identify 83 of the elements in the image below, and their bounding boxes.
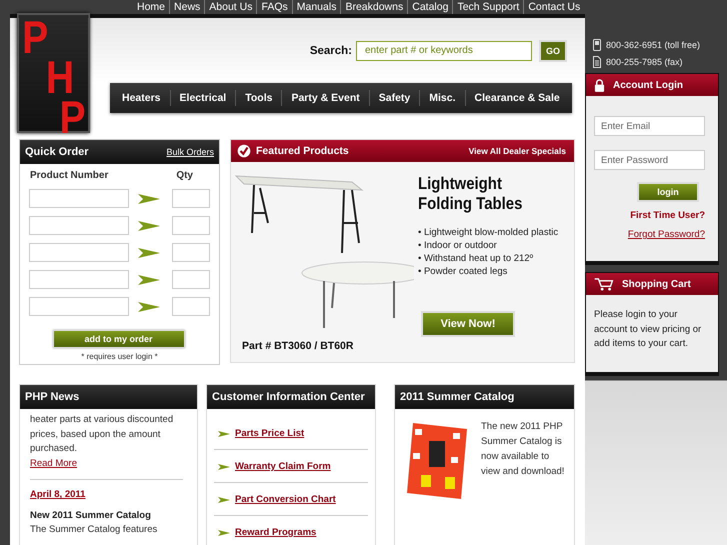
feature-item: • Powder coated legs bbox=[418, 265, 508, 278]
view-now-button[interactable]: View Now! bbox=[421, 311, 515, 337]
category-link[interactable]: Party & Event bbox=[291, 92, 360, 104]
column-label: Qty bbox=[176, 170, 193, 181]
info-link[interactable]: Parts Price List bbox=[235, 428, 304, 439]
column-label: Product Number bbox=[30, 170, 108, 181]
category-link[interactable]: Tools bbox=[245, 92, 272, 104]
login-note: * requires user login * bbox=[80, 352, 159, 361]
nav-link[interactable]: News bbox=[174, 1, 200, 13]
info-link[interactable]: Part Conversion Chart bbox=[235, 494, 336, 505]
contact-number: 800-255-7985 (fax) bbox=[606, 56, 683, 66]
panel-title: Account Login bbox=[613, 80, 683, 90]
product-number-field[interactable] bbox=[29, 189, 129, 208]
logo[interactable]: P H P bbox=[17, 13, 90, 133]
info-link[interactable]: Reward Programs bbox=[235, 527, 316, 538]
read-more-link[interactable]: Read More bbox=[30, 456, 183, 471]
nav-link[interactable]: Home bbox=[137, 1, 166, 13]
panel-title: 2011 Summer Catalog bbox=[400, 391, 514, 403]
dealer-specials-link[interactable]: View All Dealer Specials bbox=[468, 146, 566, 156]
arrow-icon bbox=[218, 496, 230, 502]
search-button[interactable]: GO bbox=[539, 40, 567, 62]
panel-title: Quick Order bbox=[25, 146, 89, 158]
nav-link[interactable]: Breakdowns bbox=[345, 1, 404, 13]
nav-link[interactable]: About Us bbox=[209, 1, 252, 13]
check-badge-icon bbox=[237, 144, 251, 158]
first-time-user-link[interactable]: First Time User? bbox=[630, 210, 705, 221]
login-button[interactable]: login bbox=[637, 182, 699, 202]
category-link[interactable]: Misc. bbox=[429, 92, 456, 104]
cart-icon bbox=[594, 278, 614, 290]
nav-link[interactable]: FAQs bbox=[261, 1, 288, 13]
search-field[interactable]: enter part # or keywords bbox=[356, 40, 532, 60]
category-link[interactable]: Electrical bbox=[180, 92, 226, 104]
contact-number: 800-362-6951 (toll free) bbox=[606, 40, 700, 50]
feature-item: • Withstand heat up to 212º bbox=[418, 252, 534, 265]
qty-field[interactable] bbox=[172, 243, 210, 262]
news-text: heater parts at various discounted prices, based upon the amount purchased. bbox=[30, 413, 174, 456]
arrow-icon bbox=[218, 430, 230, 436]
arrow-icon bbox=[138, 274, 160, 284]
product-number-field[interactable] bbox=[29, 243, 129, 262]
nav-link[interactable]: Manuals bbox=[296, 1, 336, 13]
qty-field[interactable] bbox=[172, 189, 210, 208]
category-link[interactable]: Safety bbox=[378, 92, 410, 104]
phone-icon bbox=[593, 38, 601, 50]
nav-link[interactable]: Catalog bbox=[412, 1, 448, 13]
add-to-order-button[interactable]: add to my order bbox=[52, 330, 184, 348]
arrow-icon bbox=[138, 302, 160, 312]
bulk-orders-link[interactable]: Bulk Orders bbox=[166, 147, 214, 157]
product-number-field[interactable] bbox=[29, 270, 129, 289]
part-number: Part # BT3060 / BT60R bbox=[241, 339, 354, 352]
arrow-icon bbox=[138, 248, 160, 258]
search-label: Search: bbox=[310, 44, 352, 56]
feature-item: • Indoor or outdoor bbox=[418, 239, 498, 252]
qty-field[interactable] bbox=[172, 270, 210, 289]
feature-item: • Lightweight blow-molded plastic bbox=[418, 226, 560, 239]
category-link[interactable]: Heaters bbox=[122, 92, 161, 104]
nav-link[interactable]: Tech Support bbox=[457, 1, 520, 13]
password-field[interactable]: Enter Password bbox=[594, 150, 705, 170]
nav-link[interactable]: Contact Us bbox=[528, 1, 580, 13]
category-link[interactable]: Clearance & Sale bbox=[474, 92, 560, 104]
product-number-field[interactable] bbox=[29, 216, 129, 235]
email-field[interactable]: Enter Email bbox=[594, 116, 705, 136]
qty-field[interactable] bbox=[172, 216, 210, 235]
lock-icon bbox=[594, 78, 605, 92]
product-headline: Lightweight Folding Tables bbox=[418, 174, 524, 214]
news-text: The Summer Catalog features bbox=[30, 523, 158, 537]
arrow-icon bbox=[138, 220, 160, 230]
catalog-cover-drawing[interactable] bbox=[407, 423, 467, 499]
news-headline: New 2011 Summer Catalog bbox=[30, 508, 152, 522]
qty-field[interactable] bbox=[172, 297, 210, 316]
arrow-icon bbox=[138, 194, 160, 204]
panel-title: Shopping Cart bbox=[622, 278, 691, 290]
product-number-field[interactable] bbox=[29, 297, 129, 316]
panel-title: Customer Information Center bbox=[212, 391, 365, 403]
document-icon bbox=[593, 56, 601, 68]
info-link[interactable]: Warranty Claim Form bbox=[235, 461, 331, 472]
cart-message: Please login to your account to view pricing or add items to your cart. bbox=[593, 308, 702, 351]
catalog-text: The new 2011 PHP Summer Catalog is now available to view and download! bbox=[481, 420, 566, 479]
arrow-icon bbox=[218, 464, 230, 470]
panel-title: PHP News bbox=[25, 391, 80, 403]
panel-title: Featured Products bbox=[256, 145, 349, 157]
news-date-link[interactable]: April 8, 2011 bbox=[30, 488, 183, 502]
arrow-icon bbox=[218, 530, 230, 536]
forgot-password-link[interactable]: Forgot Password? bbox=[628, 229, 705, 240]
